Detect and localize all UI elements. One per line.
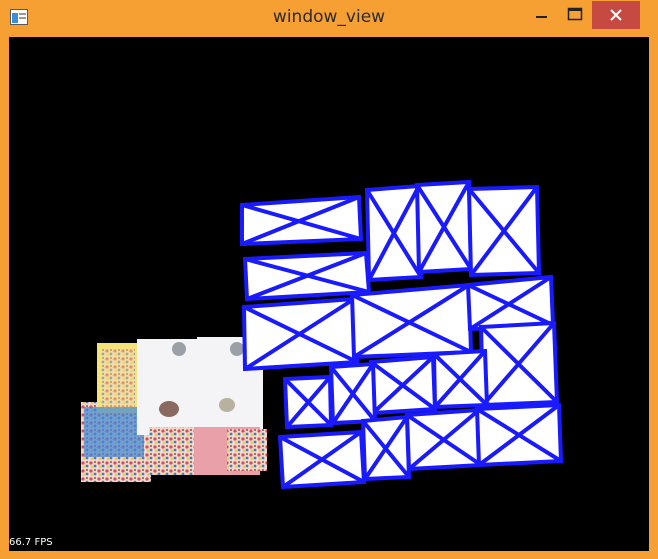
title-bar[interactable]: window_view [0,0,658,36]
box-stack [240,179,564,490]
minimize-icon [536,16,547,18]
fps-counter: 66.7 FPS [9,537,53,548]
app-window: window_view 66.7 FPS [0,0,658,559]
textured-object-cluster [81,337,267,482]
render-viewport[interactable]: 66.7 FPS [9,37,649,551]
point-cloud-scene [81,179,564,490]
close-icon [610,9,622,21]
maximize-button[interactable] [553,0,597,28]
maximize-icon [567,7,583,21]
close-button[interactable] [592,1,640,29]
